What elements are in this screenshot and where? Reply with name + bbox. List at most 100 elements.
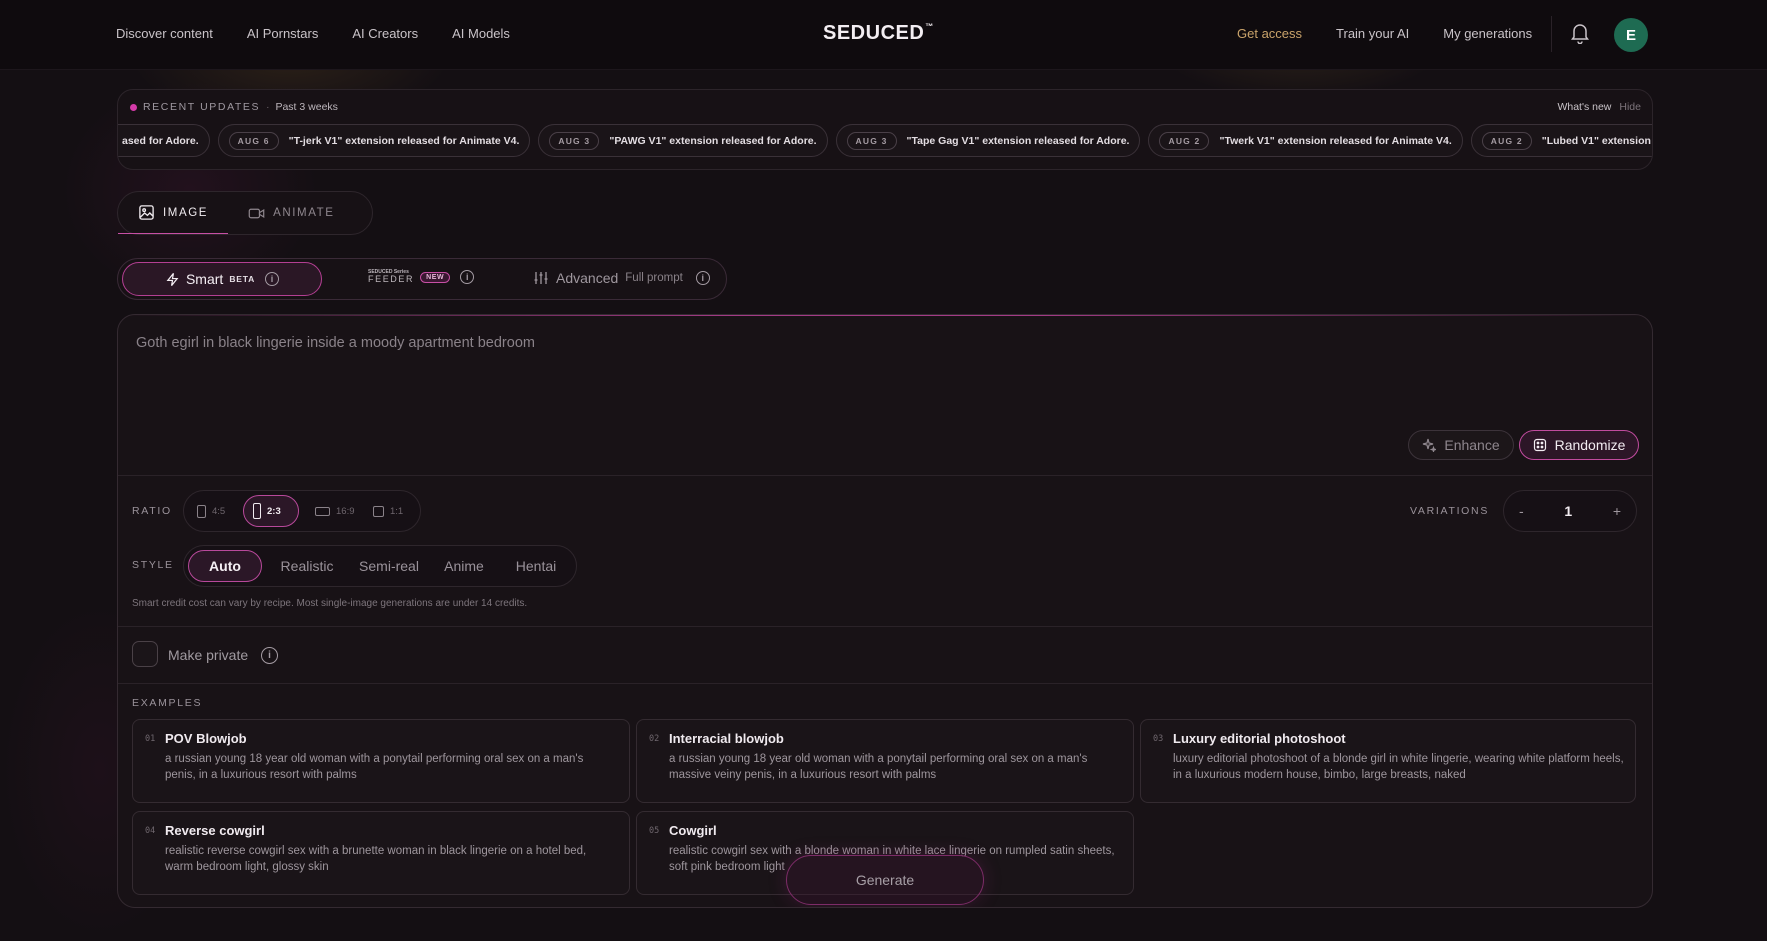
example-description: realistic reverse cowgirl sex with a bru…	[165, 845, 587, 873]
update-pill[interactable]: AUG 6 "T-jerk V1" extension released for…	[217, 124, 531, 157]
hide-updates-link[interactable]: Hide	[1619, 101, 1641, 113]
nav-ai-models[interactable]: AI Models	[452, 26, 510, 41]
recent-updates-actions: What's new Hide	[1557, 101, 1641, 113]
nav-my-generations[interactable]: My generations	[1443, 26, 1532, 41]
divider	[118, 683, 1652, 684]
feeder-mode-button[interactable]: SEDUCED Series FEEDER NEW i	[368, 270, 475, 284]
example-description: luxury editorial photoshoot of a blonde …	[1173, 753, 1624, 781]
feeder-label: FEEDER	[368, 274, 415, 284]
beta-badge: BETA	[229, 274, 256, 284]
info-icon[interactable]: i	[460, 270, 475, 284]
make-private-checkbox[interactable]	[132, 641, 158, 667]
update-pill[interactable]: AUG 2 "Twerk V1" extension released for …	[1148, 124, 1463, 157]
variations-value[interactable]: 1	[1564, 503, 1572, 519]
nav-discover-content[interactable]: Discover content	[116, 26, 213, 41]
divider	[118, 626, 1652, 627]
example-card[interactable]: 03 Luxury editorial photoshoot luxury ed…	[1140, 719, 1636, 803]
variations-increment-button[interactable]: +	[1613, 503, 1621, 519]
smart-label: Smart	[185, 271, 224, 287]
bell-icon[interactable]	[1570, 22, 1590, 44]
nav-get-access[interactable]: Get access	[1237, 26, 1302, 41]
ratio-option-16-9[interactable]: 16:9	[306, 495, 364, 527]
whats-new-link[interactable]: What's new	[1557, 101, 1611, 113]
enhance-button[interactable]: Enhance	[1408, 430, 1514, 460]
example-title: Cowgirl	[669, 823, 717, 838]
ratio-tall-icon	[253, 503, 261, 519]
logo-trademark: ™	[925, 22, 934, 31]
style-option-auto[interactable]: Auto	[188, 550, 262, 582]
update-date: AUG 6	[228, 131, 279, 150]
update-pill[interactable]: AUG 3 "Tape Gag V1" extension released f…	[835, 124, 1141, 157]
recent-updates-title: RECENT UPDATES	[143, 101, 261, 113]
example-number: 04	[145, 826, 156, 836]
credit-cost-note: Smart credit cost can vary by recipe. Mo…	[132, 598, 528, 609]
sliders-icon	[534, 272, 548, 284]
style-label: STYLE	[132, 559, 174, 571]
advanced-mode-button[interactable]: Advanced Full prompt i	[533, 270, 710, 286]
example-number: 02	[649, 734, 660, 744]
example-title: Luxury editorial photoshoot	[1173, 731, 1346, 746]
example-title: Reverse cowgirl	[165, 823, 265, 838]
info-icon[interactable]: i	[265, 272, 280, 286]
example-number: 01	[145, 734, 156, 744]
update-text: "Lubed V1" extension released for Adore.	[1541, 134, 1652, 147]
updates-ticker: ased for Adore. AUG 6 "T-jerk V1" extens…	[118, 124, 1652, 157]
prompt-input[interactable]: Goth egirl in black lingerie inside a mo…	[136, 335, 535, 351]
info-icon[interactable]: i	[261, 647, 278, 664]
variations-label: VARIATIONS	[1410, 505, 1490, 517]
update-pill[interactable]: ased for Adore.	[118, 124, 210, 157]
ratio-option-label: 2:3	[267, 505, 281, 517]
update-date: AUG 2	[1481, 131, 1532, 150]
update-date: AUG 2	[1159, 131, 1210, 150]
nav-ai-pornstars[interactable]: AI Pornstars	[247, 26, 319, 41]
ratio-label: RATIO	[132, 505, 172, 517]
tab-animate[interactable]: ANIMATE	[228, 192, 354, 234]
tab-animate-label: ANIMATE	[273, 207, 335, 219]
avatar[interactable]: E	[1614, 18, 1648, 52]
style-option-realistic[interactable]: Realistic	[268, 550, 346, 582]
example-card[interactable]: 04 Reverse cowgirl realistic reverse cow…	[132, 811, 630, 895]
update-date: AUG 3	[549, 131, 600, 150]
example-card[interactable]: 01 POV Blowjob a russian young 18 year o…	[132, 719, 630, 803]
make-private-label[interactable]: Make private	[168, 647, 248, 663]
update-text: ased for Adore.	[122, 134, 199, 147]
logo[interactable]: SEDUCED™	[823, 22, 934, 45]
style-option-semi-real[interactable]: Semi-real	[350, 550, 428, 582]
smart-mode-button[interactable]: Smart BETA i	[122, 262, 322, 296]
generate-button[interactable]: Generate	[786, 855, 984, 905]
ratio-portrait-icon	[197, 504, 206, 518]
mode-tabs: IMAGE ANIMATE	[117, 191, 373, 235]
info-icon[interactable]: i	[695, 271, 710, 285]
top-nav: Discover content AI Pornstars AI Creator…	[0, 0, 1767, 70]
example-number: 03	[1153, 734, 1164, 744]
examples-label: EXAMPLES	[132, 697, 203, 709]
ratio-option-2-3[interactable]: 2:3	[243, 495, 299, 527]
advanced-label: Advanced	[556, 270, 619, 286]
ratio-option-1-1[interactable]: 1:1	[364, 495, 412, 527]
example-number: 05	[649, 826, 660, 836]
update-text: "PAWG V1" extension released for Adore.	[609, 134, 817, 147]
image-icon	[139, 205, 154, 220]
tab-image[interactable]: IMAGE	[118, 192, 229, 234]
update-pill[interactable]: AUG 3 "PAWG V1" extension released for A…	[538, 124, 828, 157]
update-pill[interactable]: AUG 2 "Lubed V1" extension released for …	[1470, 124, 1652, 157]
ratio-option-label: 4:5	[212, 505, 226, 517]
recent-updates-separator: ·	[266, 101, 270, 113]
live-dot-icon	[130, 103, 137, 111]
ratio-option-label: 1:1	[390, 505, 404, 517]
dice-icon	[1533, 438, 1546, 452]
style-option-anime[interactable]: Anime	[432, 550, 496, 582]
example-card[interactable]: 02 Interracial blowjob a russian young 1…	[636, 719, 1134, 803]
nav-train-your-ai[interactable]: Train your AI	[1336, 26, 1409, 41]
variations-decrement-button[interactable]: -	[1519, 503, 1524, 519]
ratio-selector: 4:5 2:3 16:9 1:1	[183, 490, 421, 532]
update-text: "T-jerk V1" extension released for Anima…	[288, 134, 520, 147]
randomize-button[interactable]: Randomize	[1519, 430, 1639, 460]
randomize-label: Randomize	[1554, 437, 1626, 453]
ratio-option-4-5[interactable]: 4:5	[188, 495, 234, 527]
prompt-mode-selector: Smart BETA i SEDUCED Series FEEDER NEW i…	[117, 258, 727, 300]
nav-ai-creators[interactable]: AI Creators	[352, 26, 418, 41]
new-badge: NEW	[420, 271, 451, 283]
style-option-hentai[interactable]: Hentai	[500, 550, 572, 582]
ratio-landscape-icon	[315, 506, 330, 516]
